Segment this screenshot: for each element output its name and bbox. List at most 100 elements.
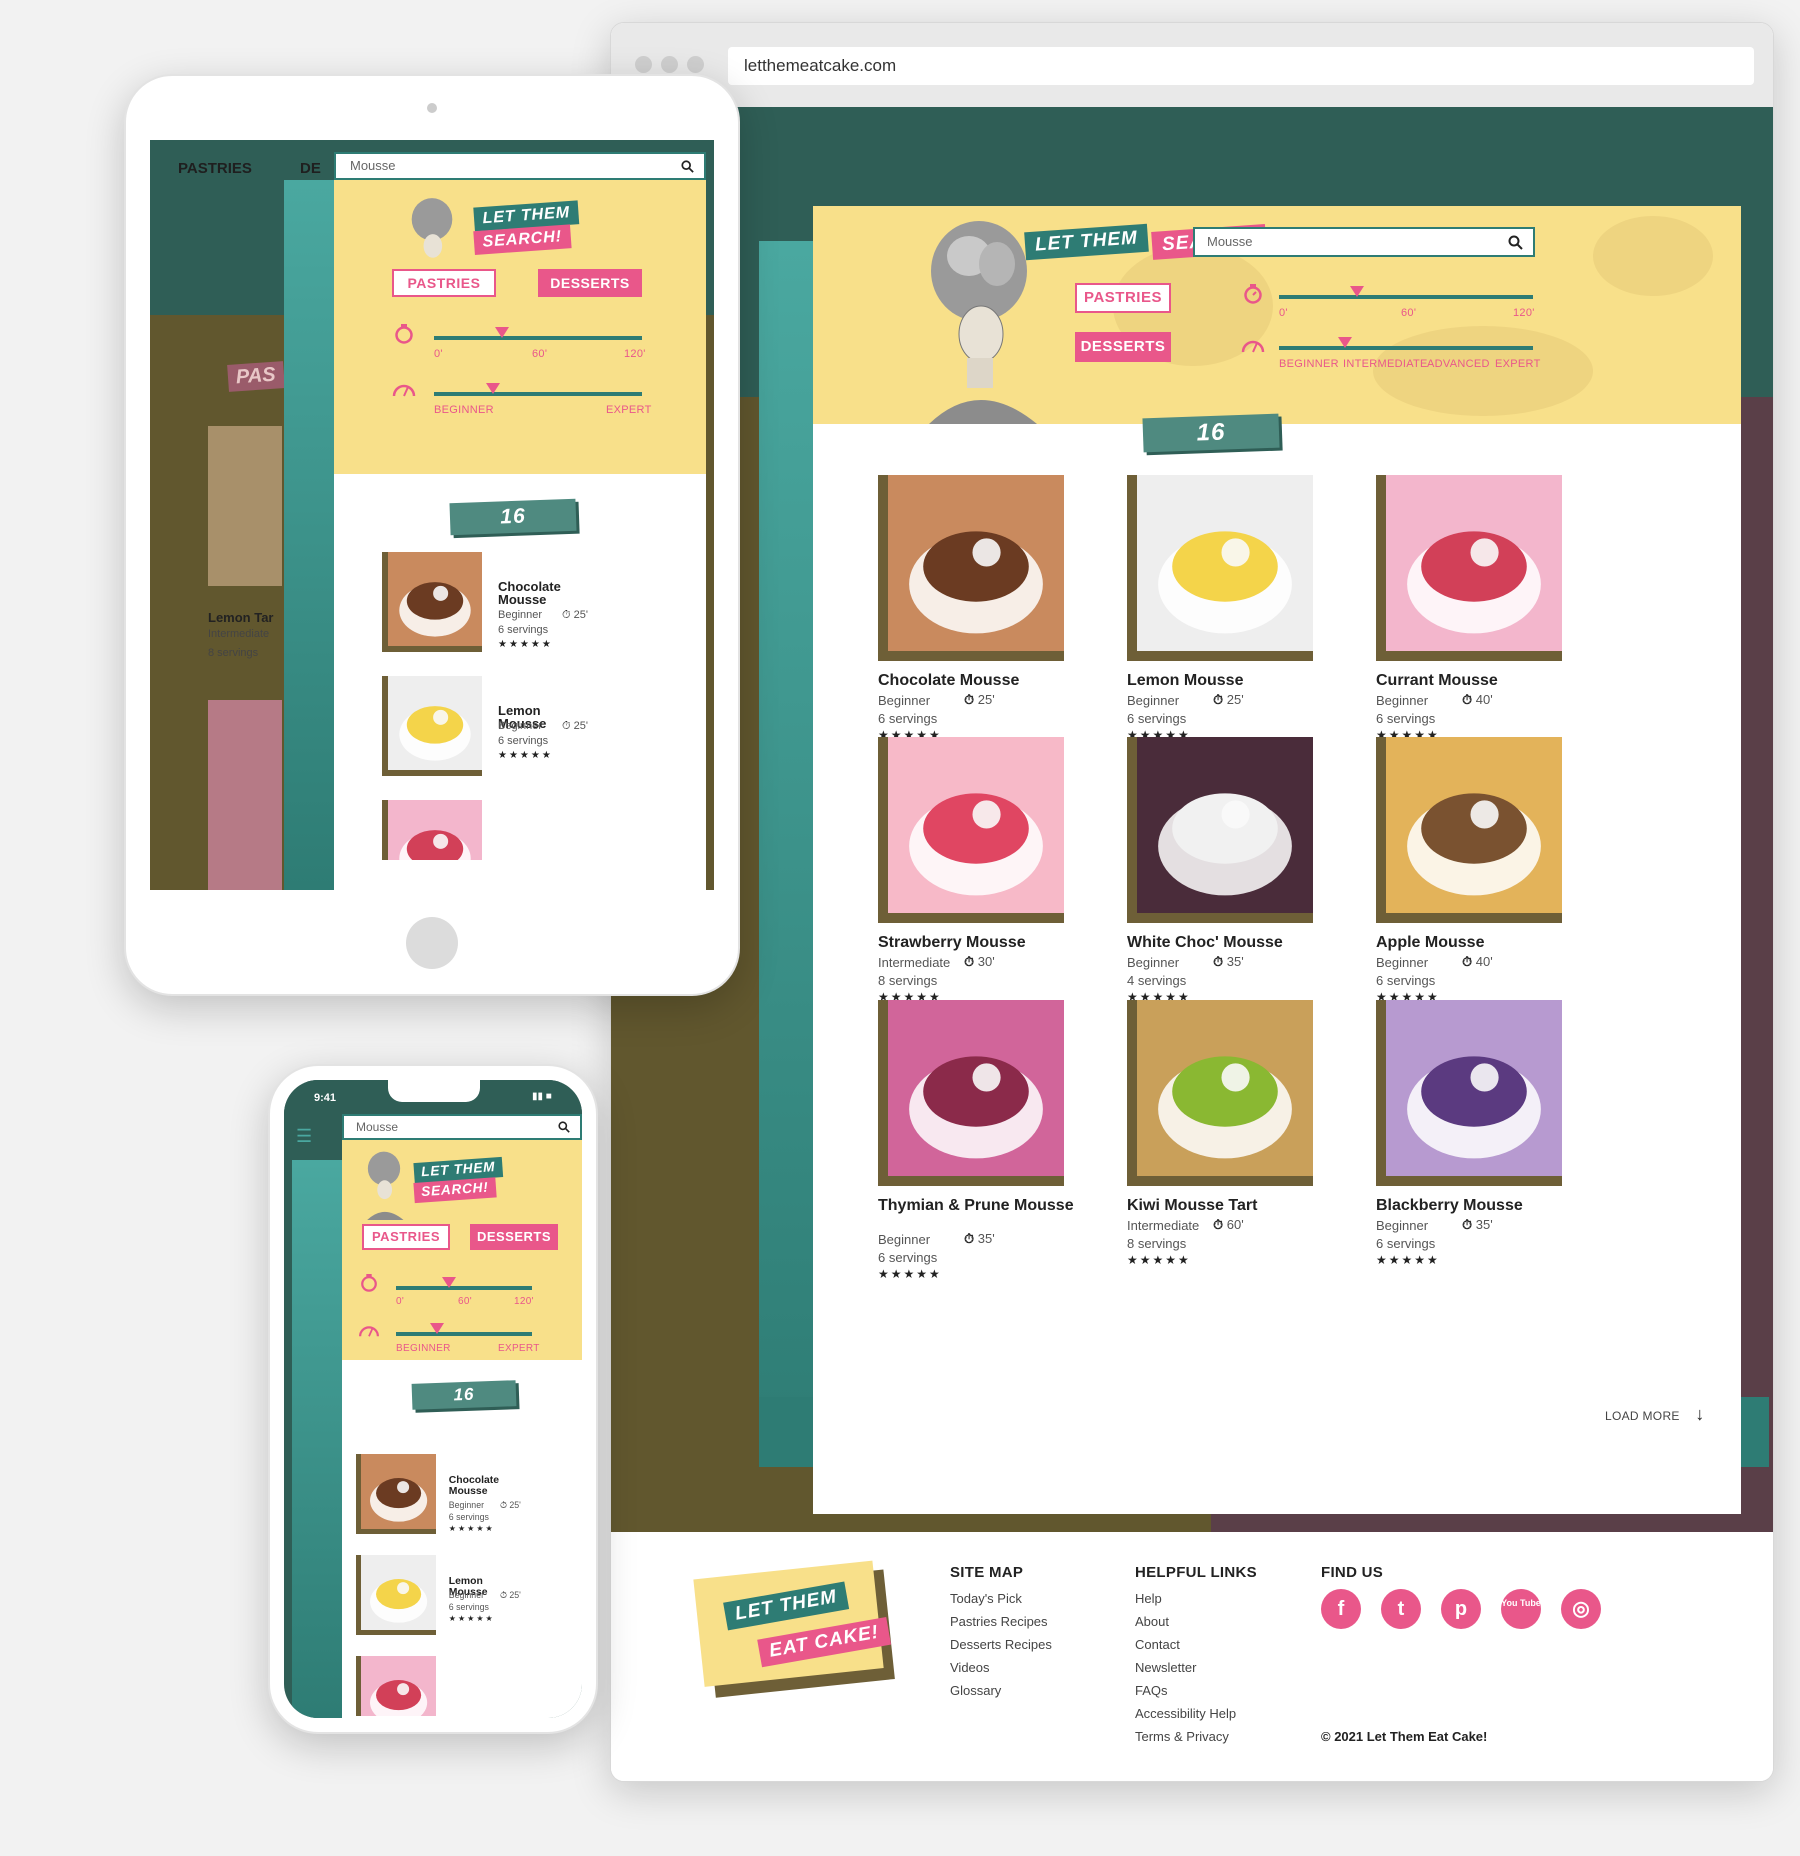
slogan-let-them: LET THEM <box>1024 223 1149 261</box>
recipe-thumb[interactable] <box>388 676 482 770</box>
recipe-thumb[interactable] <box>1386 1000 1562 1176</box>
tablet-slogan: LET THEM SEARCH! <box>473 200 671 255</box>
phone-level-slider[interactable] <box>396 1332 532 1336</box>
recipe-name[interactable]: Chocolate Mousse <box>449 1476 513 1497</box>
phone-pastries-button[interactable]: PASTRIES <box>362 1224 450 1250</box>
recipe-servings: 6 servings <box>498 735 549 747</box>
recipe-thumb[interactable] <box>360 1555 436 1631</box>
recipe-list-item-peek[interactable] <box>356 1656 436 1716</box>
level-slider-handle[interactable] <box>1338 337 1352 348</box>
recipe-thumb[interactable] <box>360 1454 436 1530</box>
hamburger-menu-icon[interactable]: ☰ <box>296 1126 312 1147</box>
level-tick-beginner: BEGINNER <box>396 1343 451 1354</box>
tablet-level-handle[interactable] <box>486 383 500 394</box>
recipe-time: ⏱ 25' <box>562 720 588 733</box>
tablet-level-slider[interactable] <box>434 392 642 396</box>
recipe-name[interactable]: Lemon Mousse <box>1127 673 1327 689</box>
recipe-photo <box>388 800 482 860</box>
timer-icon: ⏱ <box>1462 692 1473 707</box>
recipe-name[interactable]: Currant Mousse <box>1376 673 1576 689</box>
tablet-home-button[interactable] <box>406 917 458 969</box>
link-faqs[interactable]: FAQs <box>1135 1683 1168 1698</box>
pinterest-icon[interactable]: p <box>1441 1589 1481 1629</box>
recipe-thumb[interactable] <box>888 1000 1064 1176</box>
link-about[interactable]: About <box>1135 1614 1169 1629</box>
link-videos[interactable]: Videos <box>950 1660 990 1675</box>
copyright: © 2021 Let Them Eat Cake! <box>1321 1729 1488 1744</box>
recipe-photo <box>1386 737 1562 913</box>
tablet-time-slider[interactable] <box>434 336 642 340</box>
queen-illustration <box>929 221 1037 424</box>
phone-desserts-button[interactable]: DESSERTS <box>470 1224 558 1250</box>
recipe-thumb[interactable] <box>388 552 482 646</box>
timer-icon: ⏱ <box>1213 1217 1224 1232</box>
facebook-icon[interactable]: f <box>1321 1589 1361 1629</box>
recipe-level: Beginner <box>878 1232 931 1247</box>
recipe-thumb[interactable] <box>1386 737 1562 913</box>
recipe-photo <box>1386 475 1562 651</box>
tablet-nav-desserts[interactable]: DE <box>300 160 321 177</box>
search-icon[interactable] <box>1508 235 1523 250</box>
tablet-nav-pastries[interactable]: PASTRIES <box>178 160 252 177</box>
recipe-name[interactable]: Chocolate Mousse <box>878 673 1078 689</box>
time-tick-0: 0' <box>434 348 443 360</box>
tablet-desserts-button[interactable]: DESSERTS <box>538 269 642 297</box>
link-glossary[interactable]: Glossary <box>950 1683 1001 1698</box>
instagram-icon[interactable]: ◎ <box>1561 1589 1601 1629</box>
link-todays-pick[interactable]: Today's Pick <box>950 1591 1022 1606</box>
youtube-icon[interactable]: You Tube <box>1501 1589 1541 1629</box>
window-dot[interactable] <box>661 56 678 73</box>
twitter-icon[interactable]: t <box>1381 1589 1421 1629</box>
time-slider-handle[interactable] <box>1350 286 1364 297</box>
address-bar[interactable]: letthemeatcake.com <box>728 47 1754 85</box>
time-tick-120: 120' <box>1513 307 1535 319</box>
time-tick-60: 60' <box>1401 307 1417 319</box>
recipe-thumb[interactable] <box>1137 737 1313 913</box>
link-contact[interactable]: Contact <box>1135 1637 1180 1652</box>
tablet-search-input[interactable]: Mousse <box>334 152 706 180</box>
search-icon[interactable] <box>681 160 694 173</box>
recipe-name[interactable]: Apple Mousse <box>1376 935 1576 951</box>
search-input[interactable]: Mousse <box>1193 227 1535 257</box>
recipe-level: Beginner <box>1376 1218 1429 1233</box>
recipe-time: ⏱ 60' <box>1213 1217 1244 1233</box>
tablet-time-handle[interactable] <box>495 327 509 338</box>
link-newsletter[interactable]: Newsletter <box>1135 1660 1196 1675</box>
recipe-thumb[interactable] <box>888 475 1064 651</box>
link-desserts-recipes[interactable]: Desserts Recipes <box>950 1637 1052 1652</box>
tablet-pastries-button[interactable]: PASTRIES <box>392 269 496 297</box>
recipe-thumb[interactable] <box>1137 475 1313 651</box>
recipe-name[interactable]: Chocolate Mousse <box>498 580 578 606</box>
window-dot[interactable] <box>635 56 652 73</box>
footer-logo[interactable]: LET THEM EAT CAKE! <box>693 1559 898 1698</box>
recipe-thumb[interactable] <box>1137 1000 1313 1176</box>
recipe-name[interactable]: White Choc' Mousse <box>1127 935 1327 951</box>
level-slider-track[interactable] <box>1279 346 1533 350</box>
recipe-name[interactable]: Blackberry Mousse <box>1376 1198 1576 1214</box>
time-slider-track[interactable] <box>1279 295 1533 299</box>
link-pastries-recipes[interactable]: Pastries Recipes <box>950 1614 1048 1629</box>
phone-search-input[interactable]: Mousse <box>342 1114 582 1140</box>
link-terms-privacy[interactable]: Terms & Privacy <box>1135 1729 1229 1744</box>
link-accessibility-help[interactable]: Accessibility Help <box>1135 1706 1236 1721</box>
recipe-name[interactable]: Strawberry Mousse <box>878 935 1078 951</box>
load-more-button[interactable]: LOAD MORE ↓ <box>1605 1404 1705 1425</box>
phone-time-handle[interactable] <box>442 1277 456 1288</box>
desserts-button[interactable]: DESSERTS <box>1075 332 1171 362</box>
recipe-photo <box>888 1000 1064 1176</box>
recipe-thumb[interactable] <box>1386 475 1562 651</box>
recipe-list-item-peek[interactable] <box>382 800 482 860</box>
recipe-name[interactable]: Thymian & Prune Mousse <box>878 1198 1078 1214</box>
phone-level-handle[interactable] <box>430 1323 444 1334</box>
recipe-name[interactable]: Kiwi Mousse Tart <box>1127 1198 1327 1214</box>
recipe-servings: 4 servings <box>1127 973 1187 988</box>
phone-time-slider[interactable] <box>396 1286 532 1290</box>
pastries-button[interactable]: PASTRIES <box>1075 283 1171 313</box>
level-tick-expert: EXPERT <box>1495 358 1541 370</box>
recipe-thumb[interactable] <box>888 737 1064 913</box>
search-icon[interactable] <box>558 1121 570 1133</box>
recipe-servings: 6 servings <box>1127 711 1187 726</box>
link-help[interactable]: Help <box>1135 1591 1162 1606</box>
recipe-time: ⏱ 35' <box>1213 954 1244 970</box>
window-dot[interactable] <box>687 56 704 73</box>
